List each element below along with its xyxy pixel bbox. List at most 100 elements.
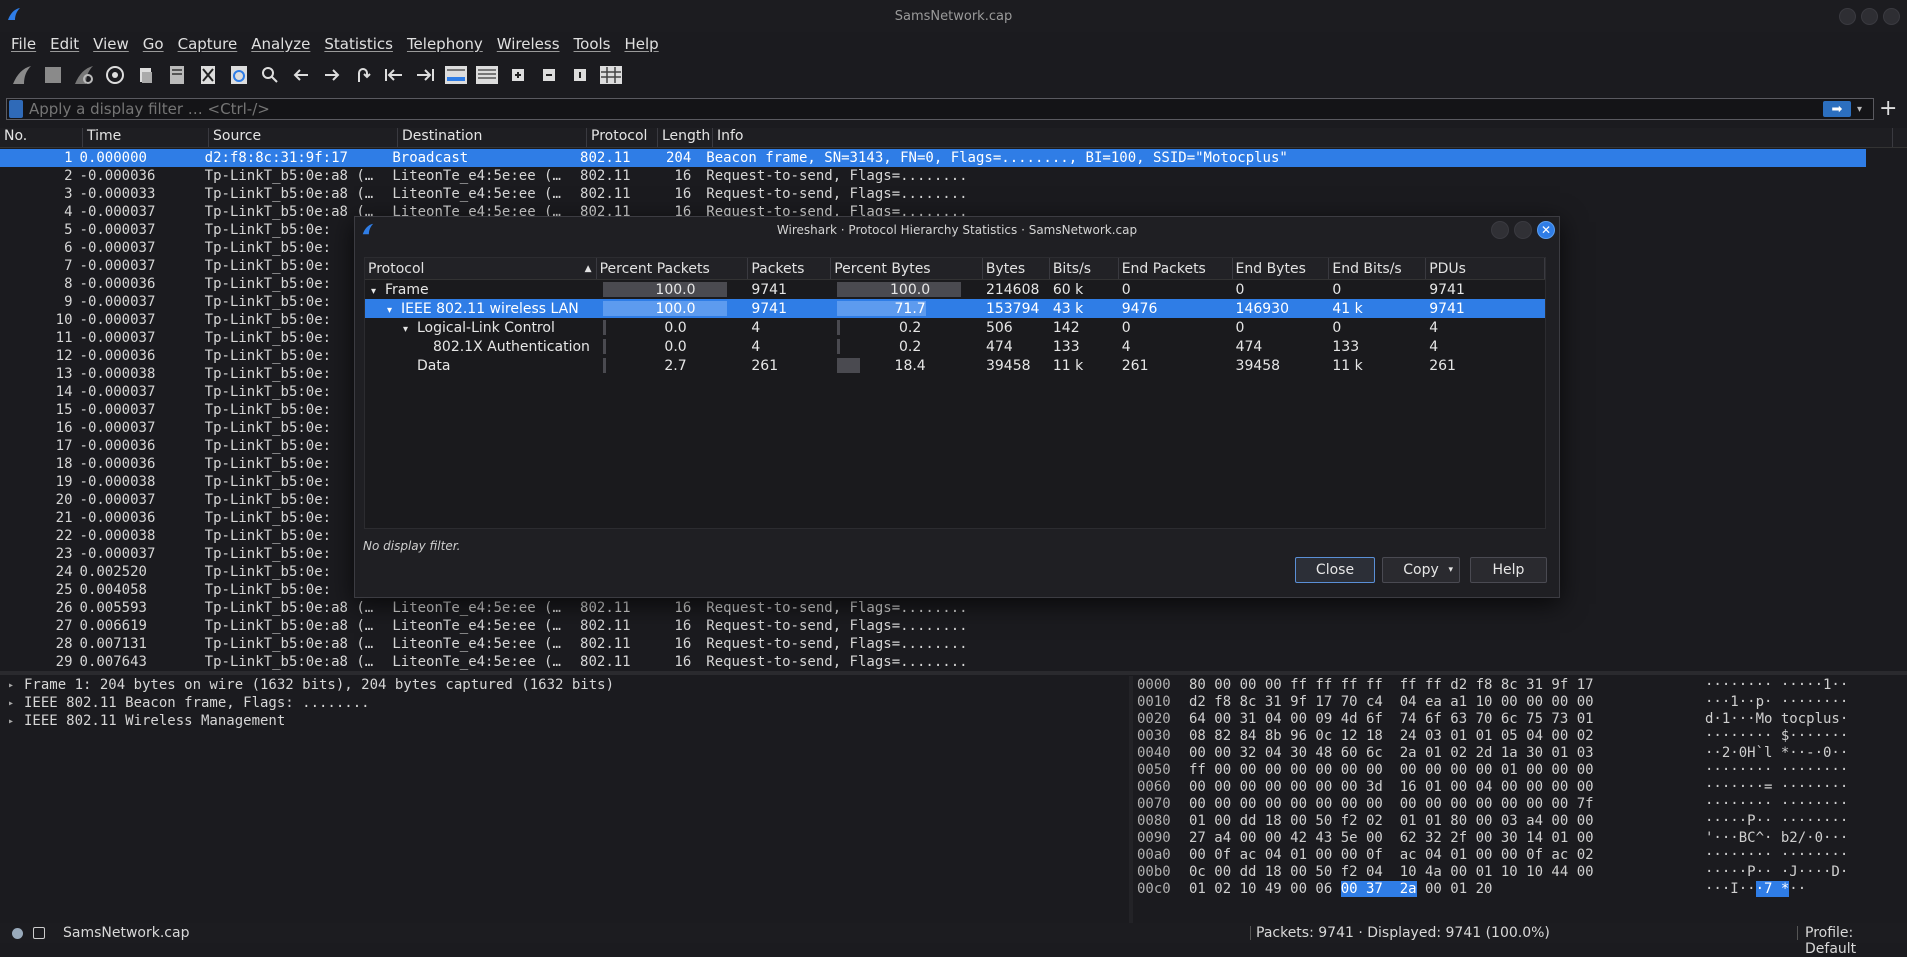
- ph-col-protocol[interactable]: Protocol ▲: [365, 258, 597, 279]
- bookmark-icon[interactable]: [9, 100, 23, 118]
- hex-bytes[interactable]: 01 02 10 49 00 06 00 37 2a 00 01 20: [1189, 880, 1705, 897]
- details-item-80211[interactable]: ▸ IEEE 802.11 Beacon frame, Flags: ......…: [0, 694, 1125, 712]
- dialog-minimize-button[interactable]: [1491, 221, 1509, 239]
- ph-row[interactable]: ▾ Logical-Link Control 0.0 4 0.2 506 142 0 0 0 4: [365, 318, 1545, 337]
- save-file-icon[interactable]: [161, 61, 192, 89]
- menu-view[interactable]: View: [86, 35, 136, 53]
- normal-size-icon[interactable]: [564, 61, 595, 89]
- col-protocol[interactable]: Protocol: [587, 128, 658, 147]
- last-packet-icon[interactable]: [409, 61, 440, 89]
- go-back-icon[interactable]: [285, 61, 316, 89]
- col-source[interactable]: Source: [209, 128, 398, 147]
- status-profile[interactable]: Profile: Default: [1805, 925, 1907, 957]
- resize-columns-icon[interactable]: [595, 61, 626, 89]
- hex-ascii[interactable]: ········ $·······: [1705, 728, 1905, 744]
- col-time[interactable]: Time: [83, 128, 209, 147]
- expert-info-icon[interactable]: [12, 927, 23, 939]
- dialog-maximize-button[interactable]: [1514, 221, 1532, 239]
- hex-ascii[interactable]: d·1···Mo tocplus·: [1705, 711, 1905, 727]
- close-button[interactable]: Close: [1295, 557, 1375, 583]
- window-close-button[interactable]: [1883, 8, 1900, 25]
- ph-col-packets[interactable]: Packets: [748, 258, 832, 279]
- ph-col-pct-bytes[interactable]: Percent Bytes: [831, 258, 983, 279]
- go-forward-icon[interactable]: [316, 61, 347, 89]
- copy-dropdown-icon[interactable]: ▾: [1448, 565, 1453, 575]
- hex-ascii[interactable]: ········ ·····1··: [1705, 677, 1905, 693]
- stop-capture-icon[interactable]: [37, 61, 68, 89]
- menu-analyze[interactable]: Analyze: [244, 35, 317, 53]
- add-filter-button[interactable]: +: [1879, 96, 1897, 121]
- menu-statistics[interactable]: Statistics: [317, 35, 400, 53]
- hex-ascii[interactable]: ·····P·· ·J····D·: [1705, 864, 1905, 880]
- capture-comment-icon[interactable]: [33, 927, 45, 939]
- menu-edit[interactable]: Edit: [43, 35, 86, 53]
- packet-row[interactable]: 26 0.005593 Tp-LinkT_b5:0e:a8 (… LiteonTe_e…: [0, 599, 1866, 617]
- menu-wireless[interactable]: Wireless: [490, 35, 567, 53]
- ph-col-end-bits[interactable]: End Bits/s: [1329, 258, 1427, 279]
- open-file-icon[interactable]: [130, 61, 161, 89]
- details-item-wlan-mgt[interactable]: ▸ IEEE 802.11 Wireless Management: [0, 712, 1125, 730]
- auto-scroll-icon[interactable]: [440, 61, 471, 89]
- hex-ascii[interactable]: ········ ········: [1705, 796, 1905, 812]
- menu-file[interactable]: File: [4, 35, 43, 53]
- start-capture-icon[interactable]: [6, 61, 37, 89]
- ph-row[interactable]: ▾ Frame 100.0 9741 100.0 214608 60 k 0 0 0 9741: [365, 280, 1545, 299]
- ph-col-pdus[interactable]: PDUs: [1426, 258, 1545, 279]
- hex-ascii[interactable]: ···1··p· ········: [1705, 694, 1905, 710]
- hex-bytes[interactable]: 08 82 84 8b 96 0c 12 18 24 03 01 01 05 0…: [1189, 728, 1705, 744]
- hex-ascii[interactable]: ···I···7 *··: [1705, 880, 1905, 897]
- packet-row[interactable]: 1 0.000000 d2:f8:8c:31:9f:17 Broadcast 802.1…: [0, 149, 1866, 167]
- expand-arrow-icon[interactable]: ▾: [403, 324, 417, 335]
- hex-ascii[interactable]: ·····P·· ········: [1705, 813, 1905, 829]
- hex-ascii[interactable]: ········ ········: [1705, 847, 1905, 863]
- col-no[interactable]: No.: [0, 128, 83, 147]
- colorize-icon[interactable]: [471, 61, 502, 89]
- col-length[interactable]: Length: [658, 128, 713, 147]
- help-button[interactable]: Help: [1470, 557, 1547, 583]
- packet-row[interactable]: 28 0.007131 Tp-LinkT_b5:0e:a8 (… LiteonTe_e…: [0, 635, 1866, 653]
- col-destination[interactable]: Destination: [398, 128, 587, 147]
- packet-row[interactable]: 29 0.007643 Tp-LinkT_b5:0e:a8 (… LiteonTe_e…: [0, 653, 1866, 671]
- zoom-in-icon[interactable]: [502, 61, 533, 89]
- hex-bytes[interactable]: 00 00 00 00 00 00 00 00 00 00 00 00 00 0…: [1189, 796, 1705, 812]
- hex-bytes[interactable]: 0c 00 dd 18 00 50 f2 04 10 4a 00 01 10 1…: [1189, 864, 1705, 880]
- hex-ascii[interactable]: '···BC^· b2/·0···: [1705, 830, 1905, 846]
- ph-row[interactable]: ▾ IEEE 802.11 wireless LAN 100.0 9741 71.7 15…: [365, 299, 1545, 318]
- hex-bytes[interactable]: 01 00 dd 18 00 50 f2 02 01 01 80 00 03 a…: [1189, 813, 1705, 829]
- menu-capture[interactable]: Capture: [171, 35, 245, 53]
- hex-bytes[interactable]: 80 00 00 00 ff ff ff ff ff ff d2 f8 8c 3…: [1189, 677, 1705, 693]
- capture-options-icon[interactable]: [99, 61, 130, 89]
- ph-row[interactable]: 802.1X Authentication 0.0 4 0.2 474 133 4 474 13…: [365, 337, 1545, 356]
- expand-arrow-icon[interactable]: ▸: [8, 716, 24, 727]
- ph-col-bytes[interactable]: Bytes: [983, 258, 1050, 279]
- expand-arrow-icon[interactable]: ▸: [8, 698, 24, 709]
- go-to-packet-icon[interactable]: [347, 61, 378, 89]
- find-packet-icon[interactable]: [254, 61, 285, 89]
- restart-capture-icon[interactable]: [68, 61, 99, 89]
- expand-arrow-icon[interactable]: ▸: [8, 680, 24, 691]
- first-packet-icon[interactable]: [378, 61, 409, 89]
- packet-row[interactable]: 3 -0.000033 Tp-LinkT_b5:0e:a8 (… LiteonTe_e…: [0, 185, 1866, 203]
- ph-row[interactable]: Data 2.7 261 18.4 39458 11 k 261 39458 11 k 261: [365, 356, 1545, 375]
- packet-row[interactable]: 2 -0.000036 Tp-LinkT_b5:0e:a8 (… LiteonTe_e…: [0, 167, 1866, 185]
- dialog-close-icon[interactable]: ✕: [1537, 221, 1555, 239]
- maximize-button[interactable]: [1861, 8, 1878, 25]
- reload-file-icon[interactable]: [223, 61, 254, 89]
- ph-col-pct-packets[interactable]: Percent Packets: [597, 258, 749, 279]
- minimize-button[interactable]: [1839, 8, 1856, 25]
- ph-col-end-bytes[interactable]: End Bytes: [1233, 258, 1330, 279]
- close-file-icon[interactable]: [192, 61, 223, 89]
- ph-col-end-packets[interactable]: End Packets: [1119, 258, 1233, 279]
- hex-bytes[interactable]: 00 00 32 04 30 48 60 6c 2a 01 02 2d 1a 3…: [1189, 745, 1705, 761]
- hex-bytes[interactable]: 00 00 00 00 00 00 00 3d 16 01 00 04 00 0…: [1189, 779, 1705, 795]
- display-filter-input[interactable]: [23, 100, 1823, 118]
- hex-bytes[interactable]: d2 f8 8c 31 9f 17 70 c4 04 ea a1 10 00 0…: [1189, 694, 1705, 710]
- zoom-out-icon[interactable]: [533, 61, 564, 89]
- copy-button[interactable]: Copy ▾: [1382, 557, 1460, 583]
- packet-list-scrollbar[interactable]: [1866, 149, 1878, 671]
- ph-col-bits[interactable]: Bits/s: [1050, 258, 1119, 279]
- hex-ascii[interactable]: ·······= ········: [1705, 779, 1905, 795]
- menu-telephony[interactable]: Telephony: [400, 35, 490, 53]
- menu-go[interactable]: Go: [136, 35, 171, 53]
- hex-bytes[interactable]: 27 a4 00 00 42 43 5e 00 62 32 2f 00 30 1…: [1189, 830, 1705, 846]
